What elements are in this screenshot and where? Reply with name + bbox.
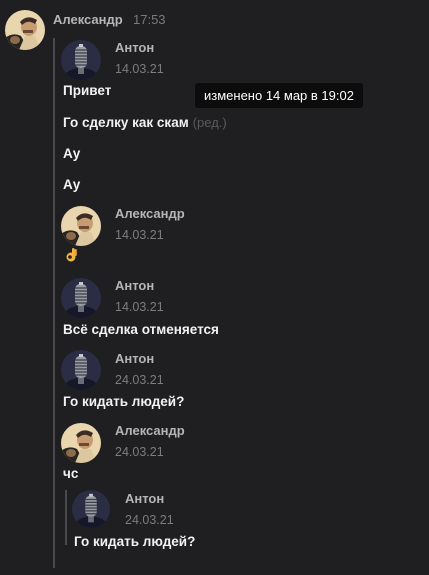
thread-line [53,38,55,568]
message-text: чс [63,466,79,481]
message-text: Ау [63,146,81,161]
message-author[interactable]: Антон [125,491,164,506]
message-text: Го сделку как скам (ред.) [63,115,227,130]
ok-hand-emoji-icon [64,247,78,268]
message-text-content: Го сделку как скам [63,115,189,130]
nested-thread-line [65,490,67,545]
man-portrait-avatar-icon [61,206,101,246]
message-date: 24.03.21 [115,445,164,459]
man-portrait-avatar-icon [61,423,101,463]
message-text: Всё сделка отменяется [63,322,219,337]
message-date: 24.03.21 [115,373,164,387]
author-avatar[interactable] [61,206,101,246]
message-author[interactable]: Александр [115,206,185,221]
author-avatar[interactable] [5,10,45,50]
message-author[interactable]: Александр [53,12,123,27]
message-date: 14.03.21 [115,62,164,76]
message-author[interactable]: Антон [115,351,154,366]
microphone-avatar-icon [61,350,101,390]
message-author[interactable]: Александр [115,423,185,438]
microphone-avatar-icon [61,278,101,318]
microphone-avatar-icon [61,40,101,80]
message-author[interactable]: Антон [115,278,154,293]
edit-tooltip: изменено 14 мар в 19:02 [195,83,363,108]
microphone-avatar-icon [72,490,110,528]
author-avatar[interactable] [61,40,101,80]
author-avatar[interactable] [61,350,101,390]
message-text: Ау [63,177,81,192]
message-date: 14.03.21 [115,228,164,242]
message-time: 17:53 [133,12,166,27]
message-date: 24.03.21 [125,513,174,527]
message-text: Го кидать людей? [74,534,196,549]
message-date: 14.03.21 [115,300,164,314]
edited-label[interactable]: (ред.) [193,115,227,130]
author-avatar[interactable] [72,490,110,528]
message-text: Го кидать людей? [63,394,185,409]
message-text: Привет [63,83,112,98]
author-avatar[interactable] [61,278,101,318]
author-avatar[interactable] [61,423,101,463]
man-portrait-avatar-icon [5,10,45,50]
message-author[interactable]: Антон [115,40,154,55]
